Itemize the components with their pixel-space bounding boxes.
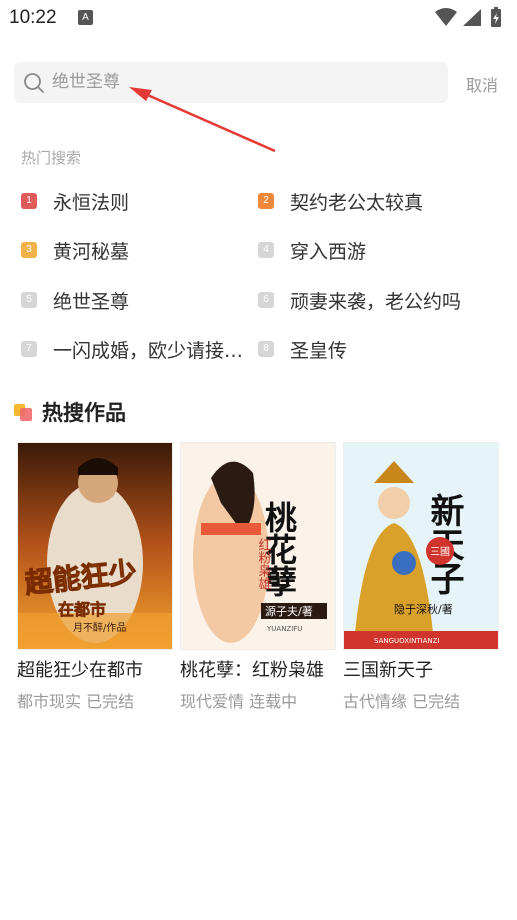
cover-author: 隐于深秋/著: [394, 602, 453, 616]
hot-search-label: 圣皇传: [290, 339, 348, 362]
book-card-3[interactable]: 新天子 三國 隐于深秋/著 SANGUOXINTIANZI 三国新天子 古代情缘…: [343, 442, 501, 712]
cover-subtitle: 三國: [430, 546, 450, 558]
hot-works-title: 热搜作品: [42, 401, 126, 425]
book-cover-art: 新天子 三國 隐于深秋/著 SANGUOXINTIANZI: [344, 443, 498, 649]
book-title[interactable]: 三国新天子: [343, 656, 501, 682]
hot-search-item-8[interactable]: 8 圣皇传: [258, 334, 347, 364]
cover-pinyin: YUANZIFU: [266, 625, 302, 633]
hot-search-item-7[interactable]: 7 一闪成婚，欧少请接…: [21, 334, 243, 364]
hot-search-label: 穿入西游: [290, 240, 367, 263]
book-cover-1[interactable]: 超能狂少 在都市 月不醉/作品: [17, 442, 173, 650]
hot-search-list: 1 永恒法则 2 契约老公太较真 3 黄河秘墓 4 穿入西游 5 绝世圣尊 6 …: [0, 0, 517, 380]
hot-search-item-4[interactable]: 4 穿入西游: [258, 235, 366, 265]
hot-search-label: 一闪成婚，欧少请接…: [53, 339, 244, 362]
book-cover-2[interactable]: 桃花孽 红粉枭雄 源子夫/著 YUANZIFU: [180, 442, 336, 650]
hot-search-item-1[interactable]: 1 永恒法则: [21, 186, 129, 216]
book-meta: 古代情缘 已完结: [343, 692, 461, 711]
hot-search-label: 契约老公太较真: [290, 191, 424, 214]
rank-badge: 3: [21, 242, 37, 258]
book-cover-3[interactable]: 新天子 三國 隐于深秋/著 SANGUOXINTIANZI: [343, 442, 499, 650]
hot-search-label: 黄河秘墓: [53, 240, 130, 263]
hot-search-item-3[interactable]: 3 黄河秘墓: [21, 235, 129, 265]
rank-badge: 6: [258, 292, 274, 308]
rank-badge: 2: [258, 193, 274, 209]
cover-author: 月不醉/作品: [73, 621, 126, 634]
rank-badge: 7: [21, 341, 37, 357]
book-card-2[interactable]: 桃花孽 红粉枭雄 源子夫/著 YUANZIFU 桃花孽：红粉枭雄 现代爱情 连载…: [180, 442, 338, 712]
rank-badge: 4: [258, 242, 274, 258]
book-title[interactable]: 超能狂少在都市: [17, 656, 175, 682]
cover-author: 源子夫/著: [265, 604, 313, 618]
cover-subtitle: 红粉枭雄: [256, 537, 272, 590]
cover-subtitle: 在都市: [58, 600, 106, 619]
hot-works-header: 热搜作品: [14, 396, 126, 428]
hot-search-label: 顽妻来袭，老公约吗: [290, 290, 462, 313]
rank-badge: 1: [21, 193, 37, 209]
fire-squares-icon: [14, 402, 34, 422]
book-meta: 都市现实 已完结: [17, 692, 135, 711]
hot-search-item-5[interactable]: 5 绝世圣尊: [21, 285, 129, 315]
rank-badge: 5: [21, 292, 37, 308]
hot-search-item-2[interactable]: 2 契约老公太较真: [258, 186, 423, 216]
cover-pinyin: SANGUOXINTIANZI: [374, 637, 440, 645]
book-card-1[interactable]: 超能狂少 在都市 月不醉/作品 超能狂少在都市 都市现实 已完结: [17, 442, 175, 712]
hot-search-label: 绝世圣尊: [53, 290, 130, 313]
book-title[interactable]: 桃花孽：红粉枭雄: [180, 656, 338, 682]
book-cover-art: 桃花孽 红粉枭雄 源子夫/著 YUANZIFU: [181, 443, 335, 649]
hot-search-item-6[interactable]: 6 顽妻来袭，老公约吗: [258, 285, 461, 315]
book-meta: 现代爱情 连载中: [180, 692, 298, 711]
rank-badge: 8: [258, 341, 274, 357]
book-cover-art: 超能狂少 在都市 月不醉/作品: [18, 443, 172, 649]
hot-search-label: 永恒法则: [53, 191, 130, 214]
